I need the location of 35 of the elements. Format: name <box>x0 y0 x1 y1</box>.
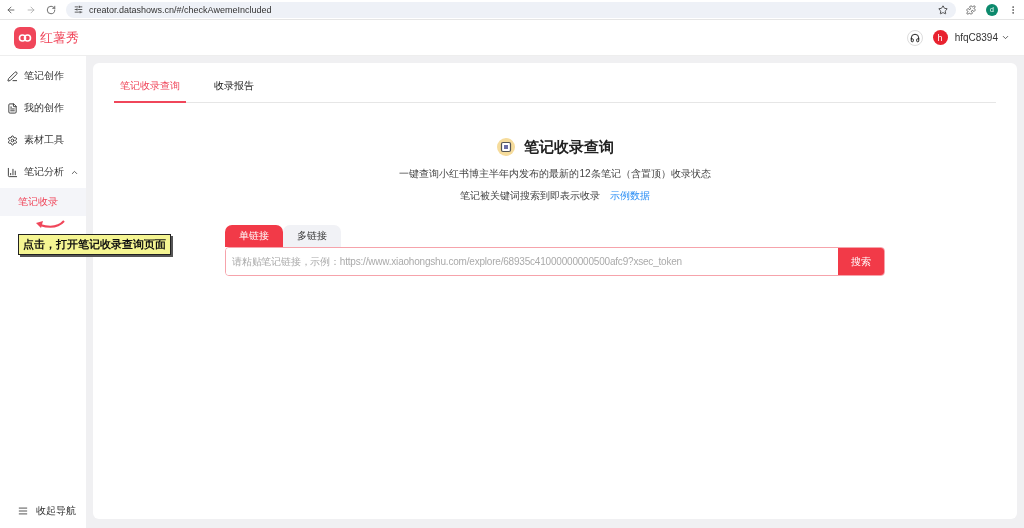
chevron-down-icon <box>1001 33 1010 42</box>
user-avatar[interactable]: h <box>932 30 948 45</box>
site-settings-icon[interactable] <box>74 5 83 14</box>
back-icon[interactable] <box>6 4 16 15</box>
document-icon <box>7 102 18 114</box>
url-text: creator.datashows.cn/#/checkAwemeIncluded <box>89 4 272 15</box>
sidebar-subitem[interactable]: 笔记收录 <box>0 188 86 216</box>
star-icon[interactable] <box>938 4 948 15</box>
mode-tab[interactable]: 多链接 <box>283 225 341 247</box>
pen-icon <box>7 70 18 82</box>
address-bar[interactable]: creator.datashows.cn/#/checkAwemeIncluded <box>66 1 956 18</box>
description: 一键查询小红书博主半年内发布的最新的12条笔记（含置顶）收录状态 <box>399 167 711 181</box>
sidebar-item[interactable]: 笔记分析 <box>0 156 86 188</box>
annotation-callout: 点击，打开笔记收录查询页面 <box>18 234 171 255</box>
logo-icon <box>14 26 36 49</box>
link-input[interactable]: 请粘贴笔记链接，示例：https://www.xiaohongshu.com/explore/68935c41000000000500afc9?xsec_token 搜索 <box>225 247 885 276</box>
user-menu[interactable]: hfqC8394 <box>954 32 1010 43</box>
reload-icon[interactable] <box>46 4 56 15</box>
bar-chart-icon <box>7 166 18 178</box>
note-text: 笔记被关键词搜索到即表示收录 <box>460 189 600 203</box>
tab[interactable]: 笔记收录查询 <box>114 73 186 103</box>
extensions-icon[interactable] <box>966 4 976 15</box>
search-button[interactable]: 搜索 <box>838 248 884 275</box>
tab[interactable]: 收录报告 <box>208 73 260 103</box>
logo-text: 红薯秀 <box>40 28 79 47</box>
sidebar-item[interactable]: 素材工具 <box>0 124 86 156</box>
sample-data-link[interactable]: 示例数据 <box>610 189 650 203</box>
page-title: 笔记收录查询 <box>524 137 614 157</box>
collapse-nav-button[interactable]: 收起导航 <box>0 494 86 528</box>
chip-icon <box>496 137 516 157</box>
menu-icon <box>18 506 28 516</box>
gear-icon <box>7 134 18 146</box>
mode-tab[interactable]: 单链接 <box>225 225 283 247</box>
sidebar-item[interactable]: 我的创作 <box>0 92 86 124</box>
sidebar-item[interactable]: 笔记创作 <box>0 60 86 92</box>
